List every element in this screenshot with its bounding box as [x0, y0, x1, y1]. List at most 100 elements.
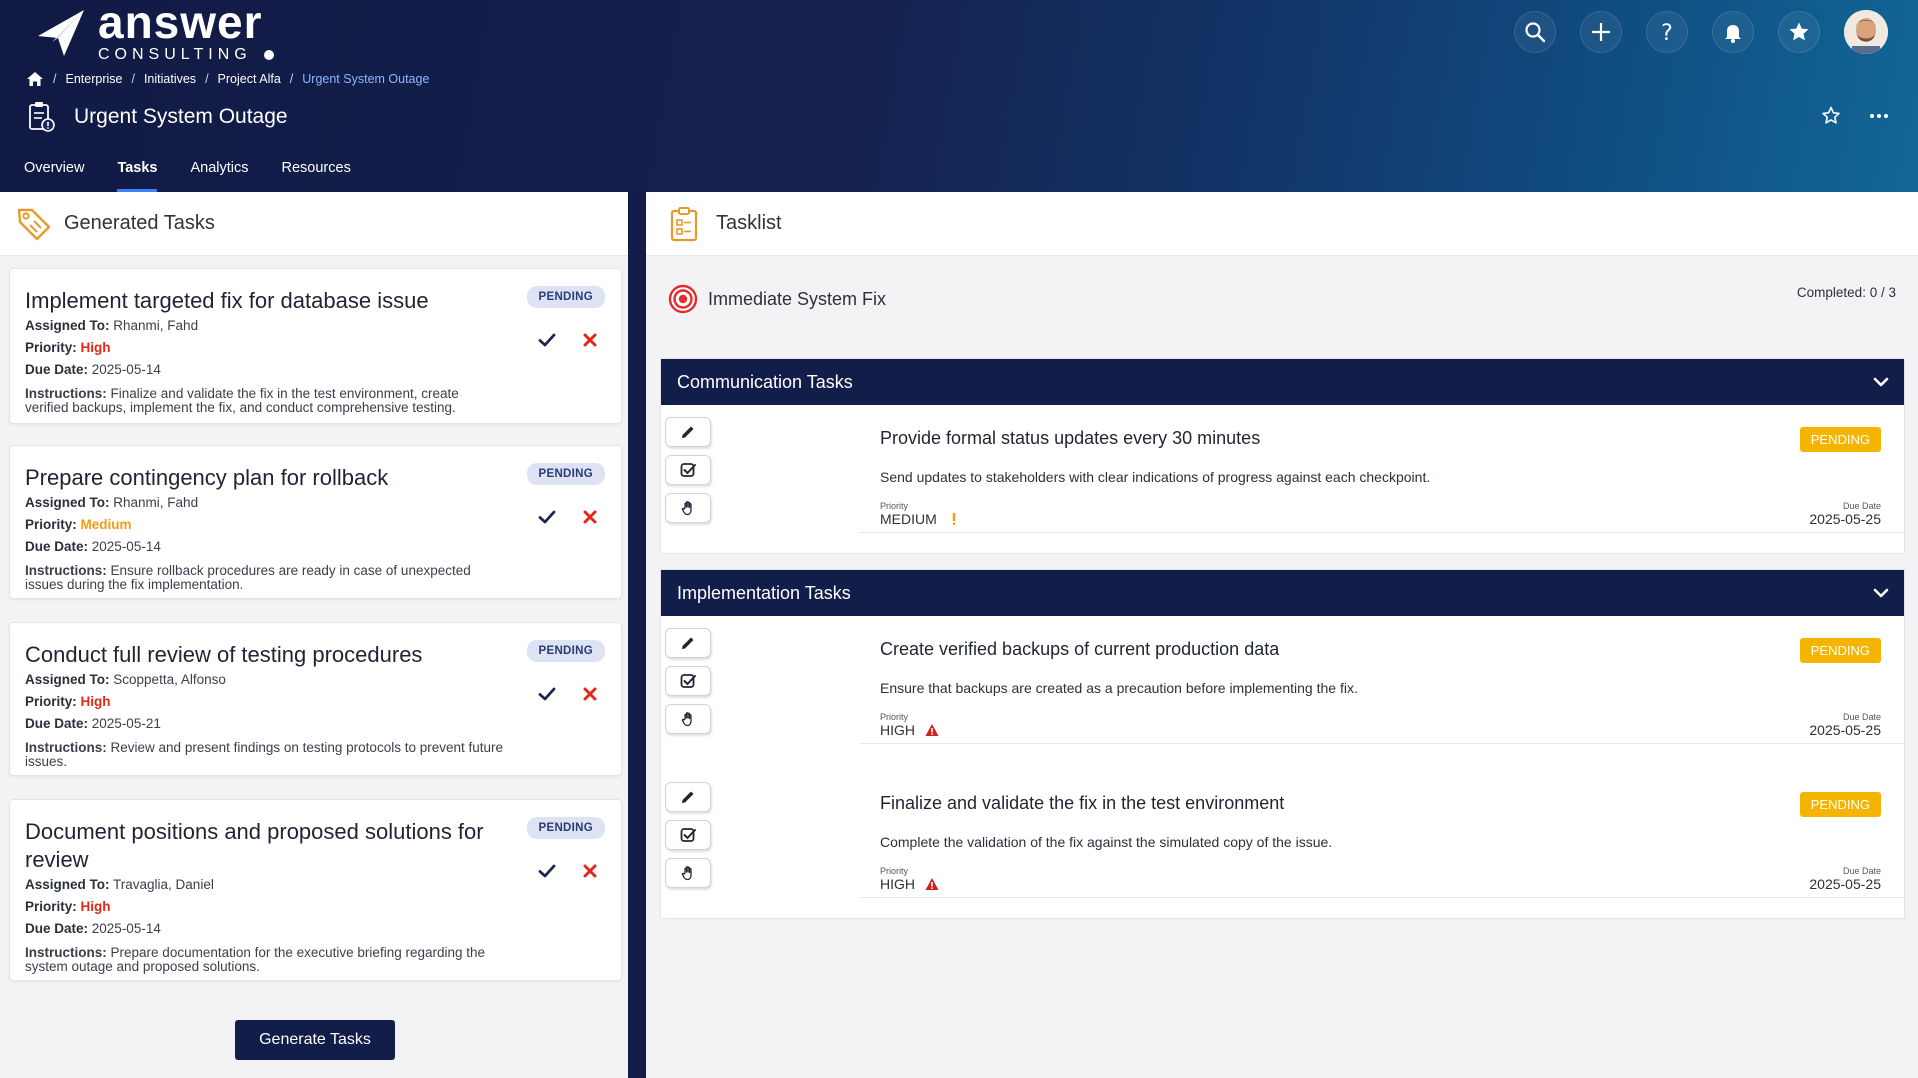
- task-title: Implement targeted fix for database issu…: [25, 288, 429, 313]
- home-icon[interactable]: [26, 71, 44, 87]
- priority-label: Priority: [880, 866, 909, 876]
- task-title: Create verified backups of current produ…: [880, 639, 1280, 659]
- group-header[interactable]: Communication Tasks: [661, 359, 1904, 405]
- priority-label: Priority: [880, 501, 909, 511]
- instructions-label: Instructions:: [25, 386, 107, 401]
- generated-tasks-header: Generated Tasks: [0, 192, 628, 256]
- reject-x-icon[interactable]: [581, 685, 599, 703]
- edit-button[interactable]: [665, 417, 711, 447]
- tasklist-header: Tasklist: [646, 192, 1918, 256]
- more-options-icon[interactable]: [1868, 105, 1890, 127]
- completed-counter: Completed: 0 / 3: [1797, 285, 1896, 300]
- breadcrumb-enterprise[interactable]: Enterprise: [65, 72, 122, 86]
- assigned-value: Rhanmi, Fahd: [113, 495, 199, 510]
- approve-check-icon[interactable]: [538, 331, 556, 349]
- high-priority-warning-icon: [925, 878, 939, 890]
- due-value: 2025-05-14: [91, 921, 161, 936]
- breadcrumb-project[interactable]: Project Alfa: [218, 72, 281, 86]
- user-avatar[interactable]: [1844, 10, 1888, 54]
- favorites-button[interactable]: [1778, 11, 1820, 53]
- reject-x-icon[interactable]: [581, 862, 599, 880]
- approve-check-icon[interactable]: [538, 685, 556, 703]
- help-button[interactable]: ?: [1646, 11, 1688, 53]
- app-header: answer CONSULTING ? / Enterprise / Initi…: [0, 0, 1918, 192]
- due-label: Due Date:: [25, 539, 89, 554]
- priority-label: Priority:: [25, 340, 77, 355]
- edit-button[interactable]: [665, 782, 711, 812]
- priority-label: Priority:: [25, 517, 77, 532]
- group-title: Communication Tasks: [677, 371, 853, 392]
- medium-priority-exclamation-icon: [952, 513, 955, 525]
- due-date-value: 2025-05-25: [1809, 876, 1881, 892]
- objective-title: Immediate System Fix: [708, 288, 887, 309]
- generated-task-card: Prepare contingency plan for rollback PE…: [9, 445, 622, 599]
- brand-logo[interactable]: answer CONSULTING: [34, 0, 274, 63]
- due-value: 2025-05-14: [91, 362, 161, 377]
- target-icon: [668, 284, 698, 314]
- task-row: Provide formal status updates every 30 m…: [661, 405, 1904, 545]
- add-button[interactable]: [1580, 11, 1622, 53]
- tasklist-title: Tasklist: [716, 212, 782, 234]
- hand-icon: [681, 712, 692, 727]
- due-date-label: Due Date: [1842, 866, 1881, 876]
- search-button[interactable]: [1514, 11, 1556, 53]
- group-header[interactable]: Implementation Tasks: [661, 570, 1904, 616]
- tab-overview[interactable]: Overview: [24, 156, 84, 192]
- tab-resources[interactable]: Resources: [282, 156, 351, 192]
- task-row: Create verified backups of current produ…: [661, 616, 1904, 756]
- due-label: Due Date:: [25, 921, 89, 936]
- notifications-button[interactable]: [1712, 11, 1754, 53]
- chevron-down-icon[interactable]: [1872, 584, 1890, 602]
- generated-task-card: Document positions and proposed solution…: [9, 799, 622, 981]
- search-icon: [1525, 22, 1546, 43]
- task-title: Conduct full review of testing procedure…: [25, 642, 423, 667]
- priority-value: Medium: [80, 517, 132, 532]
- status-badge: PENDING: [526, 817, 605, 839]
- status-badge: PENDING: [526, 286, 605, 308]
- hand-icon: [681, 866, 692, 881]
- approve-check-icon[interactable]: [538, 508, 556, 526]
- bell-icon: [1725, 25, 1741, 43]
- claim-button[interactable]: [665, 858, 711, 888]
- complete-button[interactable]: [665, 820, 711, 850]
- task-title: Document positions and proposed solution…: [25, 819, 484, 872]
- instructions-label: Instructions:: [25, 945, 107, 960]
- edit-button[interactable]: [665, 628, 711, 658]
- priority-value: High: [80, 694, 111, 709]
- chevron-down-icon[interactable]: [1872, 373, 1890, 391]
- complete-button[interactable]: [665, 455, 711, 485]
- priority-value: High: [80, 340, 111, 355]
- pencil-icon: [682, 637, 694, 649]
- generated-tasks-panel: Generated Tasks Implement targeted fix f…: [0, 192, 628, 1078]
- approve-check-icon[interactable]: [538, 862, 556, 880]
- star-icon: [1789, 22, 1809, 41]
- priority-label: Priority: [880, 712, 909, 722]
- status-badge: PENDING: [1799, 792, 1881, 817]
- reject-x-icon[interactable]: [581, 508, 599, 526]
- due-value: 2025-05-21: [91, 716, 161, 731]
- tab-analytics[interactable]: Analytics: [190, 156, 248, 192]
- assigned-label: Assigned To:: [25, 318, 110, 333]
- favorite-star-outline-icon[interactable]: [1820, 105, 1842, 127]
- reject-x-icon[interactable]: [581, 331, 599, 349]
- complete-button[interactable]: [665, 666, 711, 696]
- pencil-icon: [682, 791, 694, 803]
- user-avatar-icon: [1844, 10, 1888, 54]
- priority-value: HIGH: [880, 876, 915, 892]
- generate-tasks-button[interactable]: Generate Tasks: [235, 1020, 395, 1060]
- assigned-label: Assigned To:: [25, 672, 110, 687]
- assigned-value: Travaglia, Daniel: [113, 877, 214, 892]
- panel-divider[interactable]: [628, 192, 646, 1078]
- assigned-value: Rhanmi, Fahd: [113, 318, 199, 333]
- plus-icon: [1592, 23, 1610, 41]
- task-description: Ensure that backups are created as a pre…: [880, 680, 1358, 696]
- breadcrumb-initiatives[interactable]: Initiatives: [144, 72, 196, 86]
- completed-label: Completed:: [1796, 285, 1866, 300]
- tasklist-panel: Tasklist Immediate System Fix Completed:…: [646, 192, 1918, 1078]
- claim-button[interactable]: [665, 493, 711, 523]
- pencil-icon: [682, 426, 694, 438]
- check-square-icon: [680, 828, 696, 842]
- tab-tasks[interactable]: Tasks: [117, 156, 158, 192]
- claim-button[interactable]: [665, 704, 711, 734]
- paper-plane-logo-icon: [38, 10, 84, 56]
